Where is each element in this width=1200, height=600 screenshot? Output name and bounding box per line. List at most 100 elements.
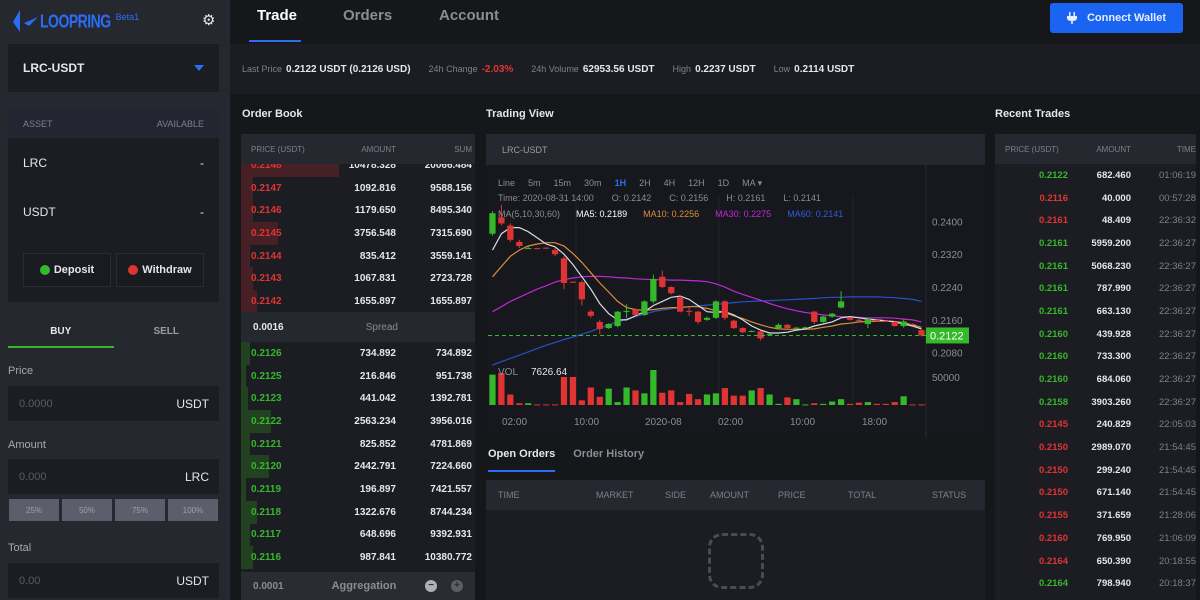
candle-body[interactable] bbox=[748, 330, 755, 332]
candle-body[interactable] bbox=[587, 311, 594, 316]
interval-option[interactable]: Line bbox=[498, 178, 515, 189]
ask-order-row[interactable]: 0.2147 1092.816 9588.156 bbox=[241, 176, 475, 200]
candle-body[interactable] bbox=[632, 309, 639, 315]
interval-option[interactable]: 2H bbox=[639, 178, 651, 189]
candle-body[interactable] bbox=[507, 225, 514, 240]
candle-body[interactable] bbox=[793, 327, 800, 329]
ask-order-row[interactable]: 0.2142 1655.897 1655.897 bbox=[241, 290, 475, 312]
tab-order-history[interactable]: Order History bbox=[573, 448, 644, 472]
candle-body[interactable] bbox=[489, 213, 496, 234]
candle-body[interactable] bbox=[864, 319, 872, 324]
ask-order-row[interactable]: 0.2148 10478.328 20066.484 bbox=[241, 164, 475, 177]
candle-body[interactable] bbox=[739, 328, 746, 333]
candle-body[interactable] bbox=[891, 321, 898, 327]
candle-body[interactable] bbox=[703, 317, 711, 320]
ask-order-row[interactable]: 0.2143 1067.831 2723.728 bbox=[241, 267, 475, 291]
tab-sell[interactable]: SELL bbox=[114, 320, 220, 348]
pct-50-button[interactable]: 50% bbox=[62, 499, 112, 521]
candle-body[interactable] bbox=[614, 311, 621, 327]
bid-order-row[interactable]: 0.2121 825.852 4781.869 bbox=[241, 432, 475, 456]
candle-body[interactable] bbox=[811, 311, 818, 322]
candle-body[interactable] bbox=[569, 281, 577, 283]
tab-buy[interactable]: BUY bbox=[8, 320, 114, 348]
candle-body[interactable] bbox=[596, 321, 603, 329]
candle-body[interactable] bbox=[534, 248, 541, 250]
logo[interactable]: LOOPRING Beta1 bbox=[12, 6, 139, 36]
candle-body[interactable] bbox=[721, 301, 729, 318]
interval-option[interactable]: 1D bbox=[718, 178, 730, 189]
settings-gear-icon[interactable]: ⚙ bbox=[202, 13, 216, 28]
candle-body[interactable] bbox=[837, 301, 845, 308]
candle-body[interactable] bbox=[694, 311, 702, 322]
bid-order-row[interactable]: 0.2118 1322.676 8744.234 bbox=[241, 500, 475, 524]
candle-body[interactable] bbox=[784, 324, 791, 329]
tab-account[interactable]: Account bbox=[439, 7, 499, 24]
tab-trade[interactable]: Trade bbox=[257, 7, 297, 24]
interval-option[interactable]: 1H bbox=[615, 178, 627, 189]
candle-body[interactable] bbox=[873, 319, 880, 321]
candle-body[interactable] bbox=[516, 241, 523, 247]
candle-body[interactable] bbox=[551, 250, 559, 255]
bid-order-row[interactable]: 0.2116 987.841 10380.772 bbox=[241, 546, 475, 569]
aggregation-minus-icon[interactable]: − bbox=[425, 580, 437, 592]
interval-option[interactable]: 5m bbox=[528, 178, 541, 189]
candle-body[interactable] bbox=[525, 248, 532, 250]
bid-order-row[interactable]: 0.2119 196.897 7421.557 bbox=[241, 478, 475, 501]
candle-body[interactable] bbox=[846, 317, 854, 320]
ask-order-row[interactable]: 0.2144 835.412 3559.141 bbox=[241, 244, 475, 268]
candle-body[interactable] bbox=[730, 320, 737, 329]
interval-option[interactable]: MA ▾ bbox=[742, 178, 762, 189]
candle-body[interactable] bbox=[560, 258, 568, 283]
order-sum: 9588.156 bbox=[430, 182, 472, 194]
candle-body[interactable] bbox=[775, 324, 782, 329]
withdraw-button[interactable]: Withdraw bbox=[116, 253, 204, 287]
candle-body[interactable] bbox=[900, 321, 907, 327]
candle-body[interactable] bbox=[829, 313, 836, 317]
ask-order-row[interactable]: 0.2146 1179.650 8495.340 bbox=[241, 199, 475, 223]
tab-orders[interactable]: Orders bbox=[343, 7, 392, 24]
bid-order-row[interactable]: 0.2117 648.696 9392.931 bbox=[241, 523, 475, 547]
candle-body[interactable] bbox=[855, 319, 863, 321]
candle-body[interactable] bbox=[820, 316, 827, 322]
bid-order-row[interactable]: 0.2126 734.892 734.892 bbox=[241, 342, 475, 365]
candle-body[interactable] bbox=[605, 323, 612, 329]
interval-option[interactable]: 15m bbox=[554, 178, 572, 189]
price-input[interactable] bbox=[19, 397, 139, 410]
ask-order-row[interactable]: 0.2145 3756.548 7315.690 bbox=[241, 222, 475, 245]
candle-body[interactable] bbox=[712, 301, 720, 318]
interval-option[interactable]: 4H bbox=[664, 178, 676, 189]
candle-body[interactable] bbox=[802, 327, 809, 329]
candle-body[interactable] bbox=[918, 330, 925, 336]
candle-body[interactable] bbox=[659, 276, 666, 288]
candle-body[interactable] bbox=[542, 247, 550, 249]
y-tick-label: 0.2080 bbox=[932, 349, 963, 360]
candle-body[interactable] bbox=[685, 310, 693, 312]
pct-100-button[interactable]: 100% bbox=[168, 499, 218, 521]
pct-75-button[interactable]: 75% bbox=[115, 499, 165, 521]
chart-area[interactable]: 0.2400 0.2320 0.2240 0.2160 0.2080 0.2122 VOL 7… bbox=[486, 165, 985, 437]
candle-body[interactable] bbox=[623, 310, 630, 312]
amount-input[interactable] bbox=[19, 470, 139, 483]
candle-body[interactable] bbox=[882, 320, 889, 322]
candle-body[interactable] bbox=[668, 287, 675, 294]
pct-25-button[interactable]: 25% bbox=[9, 499, 59, 521]
bid-order-row[interactable]: 0.2125 216.846 951.738 bbox=[241, 364, 475, 388]
connect-wallet-button[interactable]: Connect Wallet bbox=[1050, 3, 1183, 33]
deposit-button[interactable]: Deposit bbox=[23, 253, 111, 287]
interval-option[interactable]: 30m bbox=[584, 178, 602, 189]
bid-order-row[interactable]: 0.2122 2563.234 3956.016 bbox=[241, 410, 475, 433]
bid-order-row[interactable]: 0.2123 441.042 1392.781 bbox=[241, 387, 475, 411]
candle-body[interactable] bbox=[757, 331, 764, 339]
interval-option[interactable]: 12H bbox=[688, 178, 705, 189]
candle-body[interactable] bbox=[578, 282, 585, 300]
candle-body[interactable] bbox=[677, 297, 684, 312]
candle-body[interactable] bbox=[641, 301, 648, 315]
tab-open-orders[interactable]: Open Orders bbox=[488, 448, 556, 472]
bid-order-row[interactable]: 0.2120 2442.791 7224.660 bbox=[241, 455, 475, 479]
candle-body[interactable] bbox=[909, 323, 916, 325]
candle-body[interactable] bbox=[650, 278, 657, 302]
candlestick-chart[interactable]: 0.2400 0.2320 0.2240 0.2160 0.2080 0.2122 VOL 7… bbox=[486, 165, 985, 437]
total-input[interactable] bbox=[19, 574, 139, 587]
aggregation-plus-icon[interactable]: + bbox=[451, 580, 463, 592]
market-selector[interactable]: LRC-USDT bbox=[8, 44, 219, 92]
